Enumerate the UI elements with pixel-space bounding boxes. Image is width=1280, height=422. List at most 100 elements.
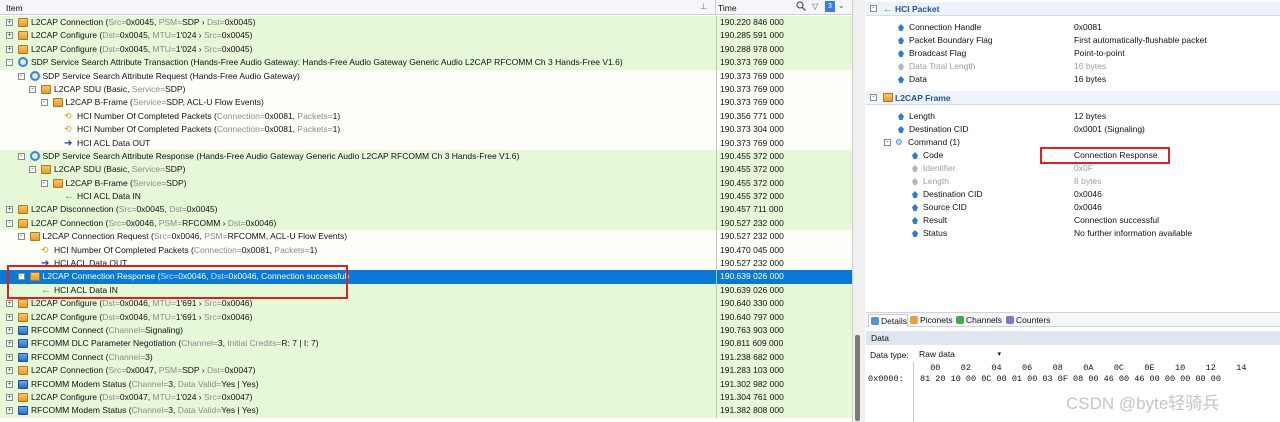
packet-row[interactable]: - L2CAP B-Frame (Service=SDP) 190.455 372 … [0,176,852,191]
packet-row[interactable]: ➔ HCI ACL Data OUT 190.373 769 000 [0,136,852,150]
collapse-icon[interactable]: - [17,152,25,160]
collapse-icon[interactable]: - [17,233,25,241]
collapse-icon[interactable]: - [29,166,36,174]
expand-icon[interactable]: + [6,367,13,375]
l2cap-frame-section[interactable]: - L2CAP Frame [866,91,1280,105]
dropdown-arrow-icon[interactable]: ▾ [997,348,1001,361]
property-row[interactable]: Length 12 bytes [866,110,1280,123]
packet-row[interactable]: + RFCOMM Modem Status (Channel=3, Data Va… [0,404,852,418]
filter-count-badge[interactable]: 3 [825,1,835,12]
collapse-icon[interactable]: - [17,72,25,80]
collapse-icon[interactable]: - [6,59,13,67]
collapse-icon[interactable]: - [884,139,891,146]
search-icon[interactable] [796,1,806,11]
filter-icon[interactable]: ▽ [812,2,818,11]
property-row[interactable]: Broadcast Flag Point-to-point [866,47,1280,60]
packet-row[interactable]: + L2CAP Disconnection (Src=0x0045, Dst=0x… [0,203,852,217]
property-row[interactable]: Length 8 bytes [866,175,1280,188]
packet-row[interactable]: - SDP Service Search Attribute Transactio… [0,56,852,70]
data-type-select[interactable]: Raw data ▾ [916,348,1004,361]
expand-icon[interactable]: + [6,407,13,415]
property-row[interactable]: Result Connection successful [866,214,1280,227]
tab-counters[interactable]: Counters [1004,314,1056,327]
time-cell: 190.470 045 000 [716,243,852,258]
packet-summary: L2CAP Connection (Src=0x0045, PSM=SDP › … [31,16,255,29]
field-key: MTU= [152,298,176,309]
packet-row[interactable]: - SDP Service Search Attribute Request (H… [0,69,852,83]
expand-icon[interactable]: + [6,313,13,321]
field-key: Dst= [227,217,246,228]
property-row[interactable]: Data Total Length 16 bytes [866,60,1280,73]
packet-row[interactable]: + L2CAP Configure (Dst=0x0045, MTU=1'024 … [0,42,852,57]
chevron-down-icon[interactable]: ⌄ [838,1,845,10]
expand-icon[interactable]: + [6,340,13,348]
field-key: Dst= [169,204,187,215]
expand-icon[interactable]: + [6,300,13,308]
hex-bytes[interactable]: 81 20 10 00 0C 00 01 00 03 0F 08 00 46 0… [920,374,1221,384]
property-row[interactable]: Destination CID 0x0046 [866,188,1280,201]
collapse-icon[interactable]: - [870,5,877,12]
packet-row[interactable]: ⟲ HCI Number Of Completed Packets (Connec… [0,123,852,137]
summary-text: L2CAP Connection Request ( [42,231,154,242]
packet-row[interactable]: ⟲ HCI Number Of Completed Packets (Connec… [0,243,852,258]
packet-row[interactable]: + RFCOMM Connect (Channel=3) 191.238 682 0… [0,350,852,365]
packet-row[interactable]: + L2CAP Configure (Dst=0x0045, MTU=1'024 … [0,29,852,43]
property-row[interactable]: Destination CID 0x0001 (Signaling) [866,123,1280,136]
property-row[interactable]: Status No further information available [866,227,1280,240]
time-cell: 191.283 103 000 [716,364,852,378]
summary-text: 0x0047) [221,391,253,402]
pin-icon[interactable]: ⊥ [700,2,707,11]
packet-summary: L2CAP Connection (Src=0x0047, PSM=SDP › … [31,364,255,377]
packet-row[interactable]: + RFCOMM DLC Parameter Negotiation (Chann… [0,337,852,351]
tab-piconets[interactable]: Piconets [908,314,954,327]
tab-details[interactable]: Details [868,314,908,327]
property-row[interactable]: Source CID 0x0046 [866,201,1280,214]
property-name: Destination CID [923,189,983,199]
packet-row[interactable]: - SDP Service Search Attribute Response (… [0,149,852,164]
summary-text: Yes | Yes) [221,378,259,389]
collapse-icon[interactable]: - [870,94,877,101]
expand-icon[interactable]: + [6,393,13,401]
packet-row[interactable]: - L2CAP SDU (Basic, Service=SDP) 190.455 3… [0,163,852,177]
collapse-icon[interactable]: - [40,99,48,107]
packet-row[interactable]: - L2CAP Connection (Src=0x0046, PSM=RFCOM… [0,216,852,231]
packet-row[interactable]: + RFCOMM Connect (Channel=Signaling) 190.7… [0,323,852,338]
packet-row[interactable]: - L2CAP SDU (Basic, Service=SDP) 190.373 7… [0,82,852,97]
collapse-icon[interactable]: - [29,85,36,93]
expand-icon[interactable]: + [6,32,13,40]
expand-icon[interactable]: + [6,353,13,361]
packet-row[interactable]: + L2CAP Configure (Dst=0x0046, MTU=1'691 … [0,310,852,324]
packet-row[interactable]: + L2CAP Connection (Src=0x0047, PSM=SDP ›… [0,364,852,378]
expand-icon[interactable]: + [6,206,13,214]
packet-row[interactable]: + L2CAP Configure (Dst=0x0046, MTU=1'691 … [0,297,852,311]
item-column-header[interactable]: Item [6,3,23,13]
expand-icon[interactable]: + [6,380,13,388]
time-cell: 190.220 846 000 [716,16,852,30]
packet-row[interactable]: + L2CAP Connection (Src=0x0045, PSM=SDP ›… [0,16,852,30]
packet-row[interactable]: - L2CAP B-Frame (Service=SDP, ACL-U Flow … [0,96,852,110]
expand-icon[interactable]: + [6,326,13,334]
field-key: Src= [204,298,222,309]
expand-icon[interactable]: + [6,19,13,26]
field-key: Initial Credits= [227,338,282,349]
time-column-header[interactable]: Time [718,3,737,13]
packet-row[interactable]: - L2CAP Connection Request (Src=0x0046, P… [0,230,852,244]
hci-packet-section[interactable]: - ← HCI Packet [866,2,1280,16]
packet-row[interactable]: + RFCOMM Modem Status (Channel=3, Data Va… [0,377,852,391]
collapse-icon[interactable]: - [40,179,48,187]
packet-row[interactable]: ⟲ HCI Number Of Completed Packets (Connec… [0,109,852,124]
time-cell: 190.455 372 000 [716,176,852,191]
collapse-icon[interactable]: - [6,219,13,227]
property-row[interactable]: Data 16 bytes [866,73,1280,86]
l2cap-icon [18,366,28,376]
expand-icon[interactable]: + [6,45,13,53]
property-row[interactable]: Connection Handle 0x0081 [866,21,1280,34]
column-divider[interactable] [715,0,716,15]
packet-row[interactable]: ← HCI ACL Data IN 190.455 372 000 [0,190,852,204]
details-tab-bar: Details Piconets Channels Counters [866,312,1280,327]
tab-channels[interactable]: Channels [954,314,1004,327]
scrollbar-thumb[interactable] [855,335,860,421]
property-icon [912,152,918,159]
packet-row[interactable]: + L2CAP Configure (Dst=0x0047, MTU=1'024 … [0,390,852,405]
property-row[interactable]: Packet Boundary Flag First automatically-… [866,34,1280,47]
